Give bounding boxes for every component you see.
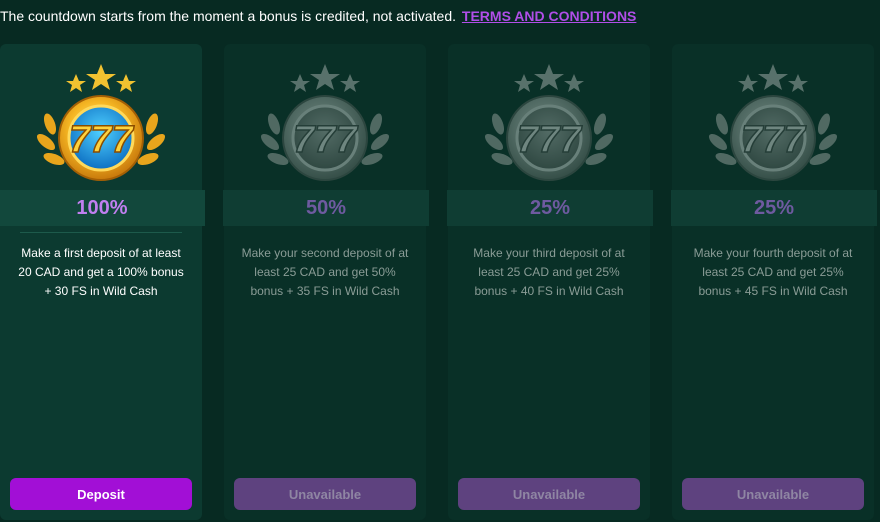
deposit-button[interactable]: Deposit	[10, 478, 192, 510]
deposit-bonus-cards: 777 100% Make a first deposit of at leas…	[0, 44, 880, 522]
bonus-card-fourth-deposit: 777 25% Make your fourth deposit of at l…	[671, 44, 877, 520]
bonus-percent: 25%	[671, 190, 877, 226]
bonus-description: Make your third deposit of at least 25 C…	[473, 246, 625, 298]
bonus-countdown-notice: The countdown starts from the moment a b…	[0, 8, 636, 24]
divider	[20, 232, 182, 233]
bonus-card-first-deposit: 777 100% Make a first deposit of at leas…	[0, 44, 205, 520]
bonus-description: Make your fourth deposit of at least 25 …	[693, 246, 853, 298]
svg-text:777: 777	[517, 119, 582, 161]
svg-text:777: 777	[293, 119, 358, 161]
silver-777-medal-icon: 777	[484, 64, 614, 181]
bonus-card-second-deposit: 777 50% Make your second deposit of at l…	[223, 44, 429, 520]
silver-777-medal-icon: 777	[260, 64, 390, 181]
svg-text:777: 777	[69, 119, 134, 161]
bonus-description: Make a first deposit of at least 20 CAD …	[18, 246, 184, 298]
golden-777-medal-icon: 777	[36, 64, 166, 181]
bonus-percent: 50%	[223, 190, 429, 226]
bonus-description: Make your second deposit of at least 25 …	[241, 246, 409, 298]
terms-and-conditions-link[interactable]: TERMS AND CONDITIONS	[462, 8, 636, 24]
bonus-card-third-deposit: 777 25% Make your third deposit of at le…	[447, 44, 653, 520]
notice-text: The countdown starts from the moment a b…	[0, 8, 457, 24]
unavailable-button[interactable]: Unavailable	[234, 478, 416, 510]
svg-text:777: 777	[741, 119, 806, 161]
bonus-percent: 100%	[0, 190, 205, 226]
unavailable-button[interactable]: Unavailable	[682, 478, 864, 510]
bonus-percent: 25%	[447, 190, 653, 226]
silver-777-medal-icon: 777	[708, 64, 838, 181]
unavailable-button[interactable]: Unavailable	[458, 478, 640, 510]
